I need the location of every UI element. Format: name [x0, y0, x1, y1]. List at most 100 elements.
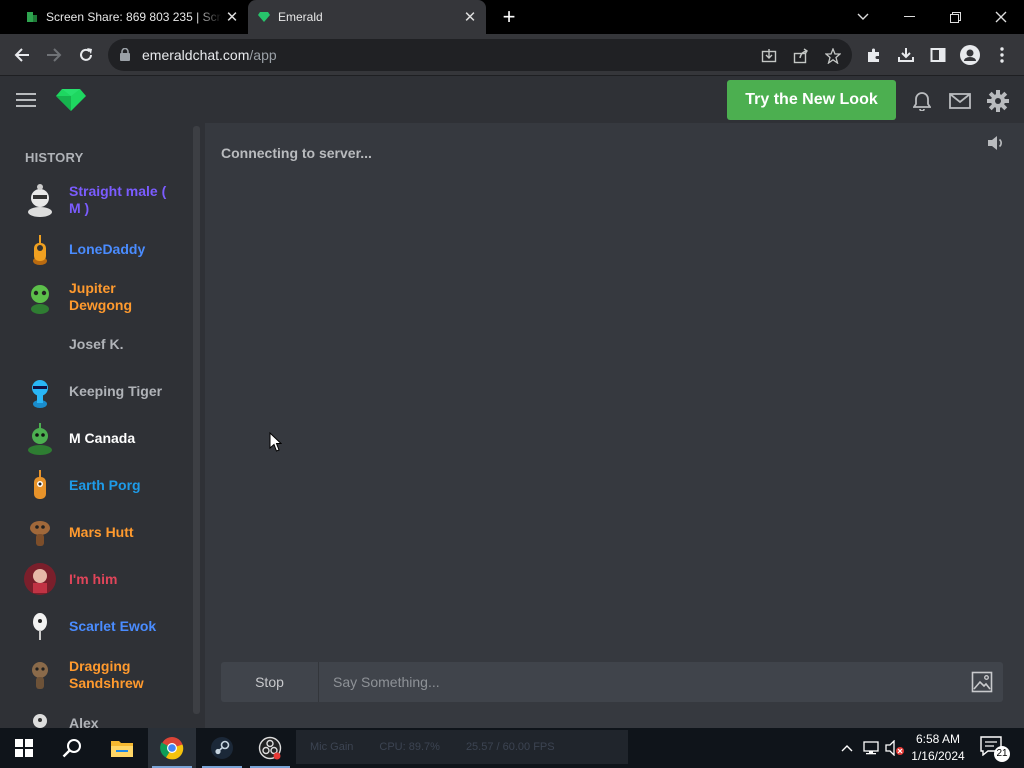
connection-status: Connecting to server... [221, 145, 372, 161]
message-composer: Stop [221, 662, 1003, 702]
steam-icon [211, 737, 233, 759]
menu-button[interactable] [990, 43, 1014, 67]
windows-logo-icon [15, 739, 33, 757]
address-bar[interactable]: emeraldchat.com/app [108, 39, 852, 71]
history-item-name: Straight male ( M ) [69, 183, 167, 216]
extensions-button[interactable] [862, 43, 886, 67]
emerald-logo[interactable] [56, 89, 86, 116]
downloads-button[interactable] [894, 43, 918, 67]
history-item-name: Earth Porg [69, 477, 141, 493]
hamburger-icon [16, 93, 36, 107]
stop-button[interactable]: Stop [221, 662, 319, 702]
lock-icon [120, 48, 130, 61]
avatar [24, 563, 56, 595]
screenshare-icon [27, 12, 37, 22]
obs-icon [258, 736, 282, 760]
notification-count-badge: 21 [994, 746, 1010, 762]
profile-icon [960, 45, 980, 65]
screen: Screen Share: 869 803 235 | Scree ✕ Emer… [0, 0, 1024, 768]
history-item-name: Mars Hutt [69, 524, 134, 540]
history-item[interactable]: Scarlet Ewok [0, 604, 190, 648]
avatar [32, 380, 48, 408]
message-input[interactable] [321, 662, 961, 702]
performance-overlay: Mic Gain CPU: 89.7% 25.57 / 60.00 FPS [296, 730, 628, 764]
history-item[interactable]: I'm him [0, 557, 190, 601]
taskbar-steam[interactable] [198, 728, 246, 768]
history-item[interactable]: Alex [0, 701, 190, 728]
history-item[interactable]: Jupiter Dewgong [0, 275, 190, 319]
taskbar-file-explorer[interactable] [98, 728, 146, 768]
avatar [33, 235, 47, 265]
history-item[interactable]: Earth Porg [0, 463, 190, 507]
avatar [33, 613, 47, 640]
history-item[interactable]: Mars Hutt [0, 510, 190, 554]
new-tab-button[interactable]: + [498, 6, 520, 28]
browser-tab-strip: Screen Share: 869 803 235 | Scree ✕ Emer… [0, 0, 1024, 34]
messages-button[interactable] [948, 89, 972, 113]
history-item-name: I'm him [69, 571, 118, 587]
show-hidden-icons-button[interactable] [838, 728, 856, 768]
reload-icon [80, 48, 92, 61]
close-window-button[interactable] [978, 0, 1024, 34]
history-item[interactable]: M Canada [0, 416, 190, 460]
history-item[interactable]: Keeping Tiger [0, 369, 190, 413]
forward-button[interactable] [42, 43, 66, 67]
volume-muted-icon [885, 740, 904, 756]
chevron-down-icon [857, 13, 869, 20]
url-path: /app [249, 47, 277, 63]
download-icon [898, 48, 914, 62]
taskbar-chrome[interactable] [148, 728, 196, 768]
network-button[interactable] [860, 728, 882, 768]
close-icon[interactable]: ✕ [460, 7, 480, 27]
system-clock[interactable]: 6:58 AM 1/16/2024 [908, 731, 968, 765]
kebab-menu-icon [1000, 47, 1004, 63]
avatar [28, 184, 52, 217]
side-panel-icon [930, 48, 946, 62]
history-item[interactable]: Josef K. [0, 322, 190, 366]
hamburger-menu-button[interactable] [16, 93, 36, 112]
tab-search-button[interactable] [840, 0, 886, 34]
sidebar-scrollbar[interactable] [193, 126, 200, 714]
tab-title: Emerald [278, 10, 323, 24]
minimize-icon [903, 16, 915, 17]
chrome-icon [160, 737, 184, 760]
profile-button[interactable] [958, 43, 982, 67]
history-item[interactable]: Dragging Sandshrew [0, 653, 190, 697]
upload-image-button[interactable] [971, 671, 993, 698]
arrow-left-icon [14, 48, 29, 62]
back-button[interactable] [10, 43, 34, 67]
search-icon [62, 739, 81, 758]
share-button[interactable] [789, 44, 813, 68]
folder-icon [111, 741, 133, 757]
minimize-button[interactable] [886, 0, 932, 34]
emerald-icon [258, 12, 270, 22]
settings-button[interactable] [986, 89, 1010, 113]
history-item[interactable]: Straight male ( M ) [0, 178, 190, 222]
star-icon [825, 48, 841, 64]
taskbar-search-button[interactable] [48, 728, 96, 768]
bookmark-button[interactable] [821, 44, 845, 68]
sound-toggle-button[interactable] [987, 135, 1005, 156]
try-new-look-button[interactable]: Try the New Look [727, 80, 896, 120]
restore-button[interactable] [932, 0, 978, 34]
tab-emerald[interactable]: Emerald ✕ [248, 0, 486, 34]
gear-icon [987, 90, 1009, 112]
history-item[interactable]: LoneDaddy [0, 227, 190, 271]
history-sidebar: HISTORY Straight male ( M ) LoneDaddy Ju… [0, 123, 192, 728]
tab-screen-share[interactable]: Screen Share: 869 803 235 | Scree ✕ [16, 0, 248, 34]
close-icon[interactable]: ✕ [222, 7, 242, 27]
taskbar-obs[interactable] [246, 728, 294, 768]
reload-button[interactable] [74, 43, 98, 67]
action-center-button[interactable]: 21 [980, 736, 1010, 762]
start-button[interactable] [0, 728, 48, 768]
notifications-button[interactable] [910, 89, 934, 113]
bell-icon [913, 92, 931, 111]
side-panel-button[interactable] [926, 43, 950, 67]
share-icon [793, 48, 808, 64]
avatar [31, 285, 49, 314]
install-app-button[interactable] [757, 44, 781, 68]
windows-taskbar: Mic Gain CPU: 89.7% 25.57 / 60.00 FPS 6:… [0, 728, 1024, 768]
tab-title: Screen Share: 869 803 235 | Scree [46, 10, 222, 24]
avatar [28, 423, 52, 455]
volume-button[interactable] [884, 728, 906, 768]
